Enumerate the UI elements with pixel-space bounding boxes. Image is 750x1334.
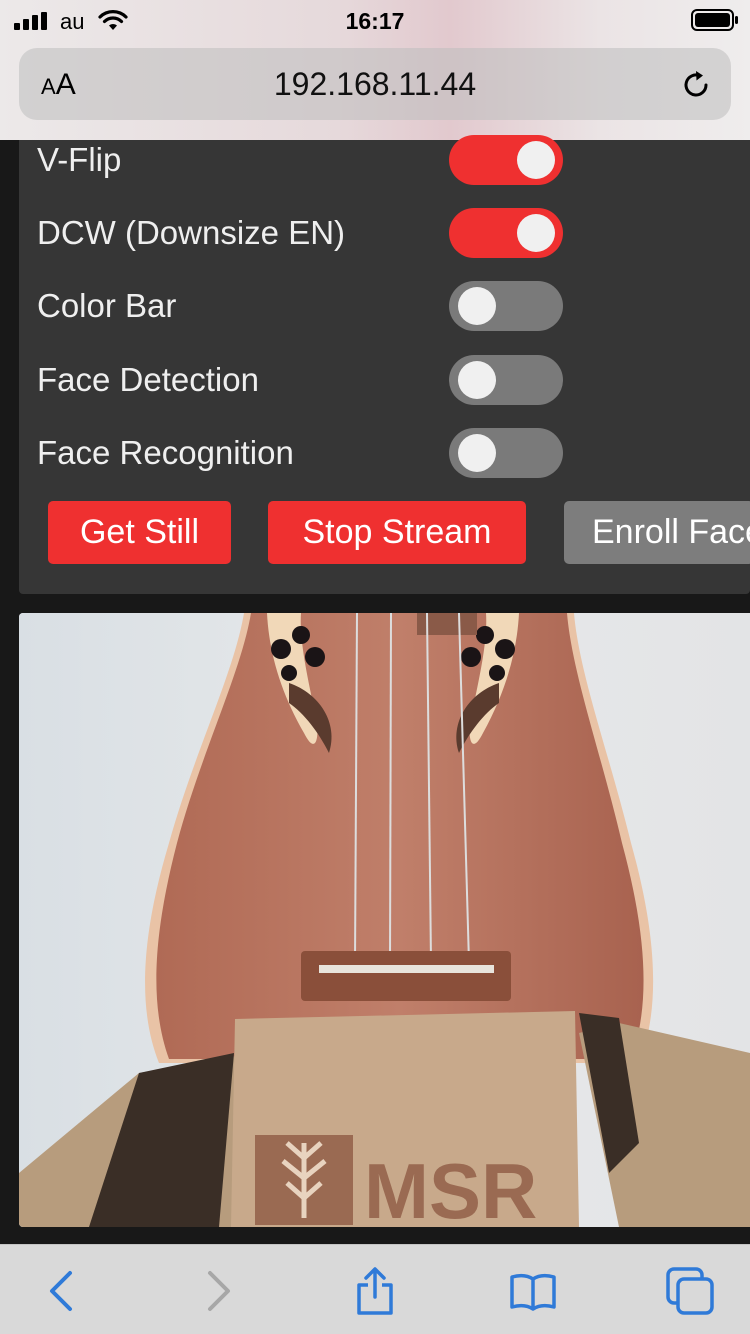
face-recognition-toggle[interactable] bbox=[449, 428, 563, 478]
stop-stream-button[interactable]: Stop Stream bbox=[268, 501, 526, 564]
toggle-knob bbox=[458, 361, 496, 399]
enroll-face-button[interactable]: Enroll Face bbox=[564, 501, 750, 564]
toggle-knob bbox=[517, 141, 555, 179]
forward-icon[interactable] bbox=[194, 1267, 242, 1315]
setting-row-face-recognition: Face Recognition bbox=[19, 423, 750, 483]
setting-row-vflip: V-Flip bbox=[19, 130, 750, 190]
back-icon[interactable] bbox=[38, 1267, 86, 1315]
setting-row-color-bar: Color Bar bbox=[19, 276, 750, 336]
battery-icon bbox=[691, 9, 738, 31]
stream-logo-text: MSR bbox=[364, 1147, 537, 1227]
tabs-icon[interactable] bbox=[666, 1267, 714, 1315]
share-icon[interactable] bbox=[351, 1267, 399, 1315]
camera-stream-image: MSR bbox=[19, 613, 750, 1227]
setting-label: Color Bar bbox=[37, 287, 177, 324]
browser-toolbar bbox=[0, 1244, 750, 1334]
color-bar-toggle[interactable] bbox=[449, 281, 563, 331]
toggle-knob bbox=[458, 287, 496, 325]
setting-row-dcw: DCW (Downsize EN) bbox=[19, 203, 750, 263]
camera-settings-panel: V-Flip DCW (Downsize EN) Color Bar Face … bbox=[19, 135, 750, 594]
browser-top-chrome: au 16:17 AA 192.168.11.44 bbox=[0, 0, 750, 140]
setting-label: Face Recognition bbox=[37, 434, 294, 471]
setting-label: DCW (Downsize EN) bbox=[37, 214, 346, 251]
clock: 16:17 bbox=[345, 8, 405, 34]
dcw-toggle[interactable] bbox=[449, 208, 563, 258]
setting-label: V-Flip bbox=[37, 141, 122, 178]
address-bar[interactable]: AA 192.168.11.44 bbox=[19, 48, 731, 120]
reload-icon[interactable] bbox=[679, 68, 713, 102]
setting-label: Face Detection bbox=[37, 361, 259, 398]
toggle-knob bbox=[517, 214, 555, 252]
vflip-toggle[interactable] bbox=[449, 135, 563, 185]
bookmarks-icon[interactable] bbox=[509, 1267, 557, 1315]
ukulele-photo: MSR bbox=[19, 613, 750, 1227]
setting-row-face-detection: Face Detection bbox=[19, 350, 750, 410]
status-bar: au 16:17 bbox=[0, 0, 750, 44]
face-detection-toggle[interactable] bbox=[449, 355, 563, 405]
toggle-knob bbox=[458, 434, 496, 472]
get-still-button[interactable]: Get Still bbox=[48, 501, 231, 564]
url-text[interactable]: 192.168.11.44 bbox=[19, 66, 731, 103]
